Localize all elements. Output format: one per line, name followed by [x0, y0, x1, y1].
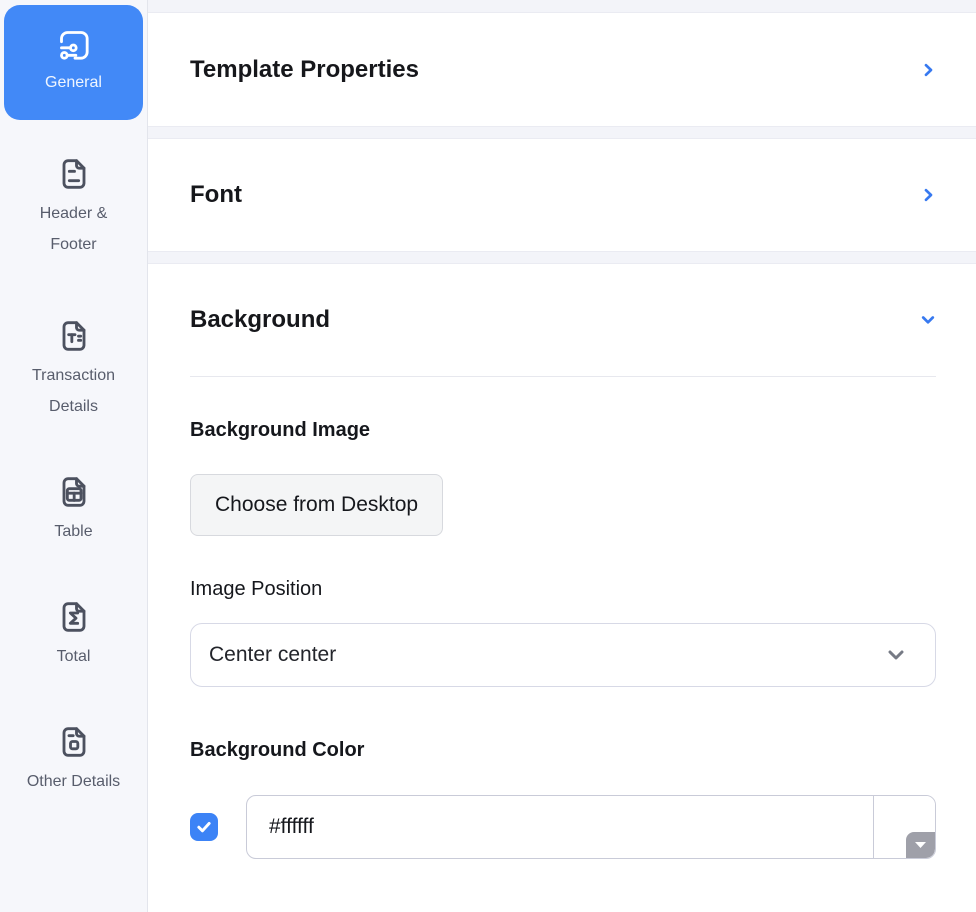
font-title: Font: [190, 181, 242, 209]
template-settings-panel: General Header & Footer Transaction Deta…: [0, 0, 976, 912]
sidebar-item-table[interactable]: Table: [54, 472, 94, 547]
background-divider: [190, 376, 936, 377]
background-color-row: [190, 795, 936, 859]
background-color-swatch: [873, 796, 935, 858]
sidebar-item-label: Other Details: [27, 766, 120, 797]
header-footer-icon: [54, 154, 94, 194]
sidebar-item-transaction-details[interactable]: Transaction Details: [18, 316, 130, 422]
template-properties-title: Template Properties: [190, 56, 419, 84]
total-icon: [54, 597, 94, 637]
sidebar-item-label: General: [45, 67, 102, 98]
chevron-down-icon: [885, 644, 907, 666]
sidebar-item-label: Transaction Details: [18, 360, 130, 422]
background-header[interactable]: Background: [190, 264, 936, 376]
checkmark-icon: [195, 818, 213, 836]
chevron-down-icon: [920, 312, 936, 328]
triangle-down-icon: [915, 842, 926, 848]
sidebar-item-other-details[interactable]: Other Details: [27, 722, 120, 797]
chevron-right-icon: [920, 187, 936, 203]
image-position-value: Center center: [209, 643, 336, 667]
sidebar: General Header & Footer Transaction Deta…: [0, 0, 148, 912]
sidebar-item-general[interactable]: General: [4, 5, 143, 120]
template-properties-section: Template Properties: [148, 13, 976, 126]
sidebar-item-label: Header & Footer: [18, 198, 130, 260]
choose-from-desktop-button[interactable]: Choose from Desktop: [190, 474, 443, 536]
section-gap: [148, 0, 976, 13]
section-gap: [148, 126, 976, 139]
background-color-input[interactable]: [247, 796, 873, 858]
sidebar-item-total[interactable]: Total: [54, 597, 94, 672]
section-gap: [148, 251, 976, 264]
template-properties-header[interactable]: Template Properties: [148, 13, 976, 126]
image-position-label: Image Position: [190, 578, 936, 601]
sidebar-item-header-footer[interactable]: Header & Footer: [18, 154, 130, 260]
font-header[interactable]: Font: [148, 139, 976, 251]
font-section: Font: [148, 139, 976, 251]
table-icon: [54, 472, 94, 512]
background-title: Background: [190, 306, 330, 334]
sidebar-item-label: Table: [54, 516, 92, 547]
transaction-details-icon: [54, 316, 94, 356]
other-details-icon: [54, 722, 94, 762]
image-position-select[interactable]: Center center: [190, 623, 936, 687]
background-color-label: Background Color: [190, 739, 936, 762]
background-color-checkbox[interactable]: [190, 813, 218, 841]
background-section: Background Background Image Choose from …: [148, 264, 976, 912]
background-image-label: Background Image: [190, 419, 936, 442]
sidebar-item-label: Total: [57, 641, 91, 672]
settings-main: Template Properties Font Background: [148, 0, 976, 912]
background-color-input-group: [246, 795, 936, 859]
color-picker-dropdown-button[interactable]: [906, 832, 935, 858]
chevron-right-icon: [920, 62, 936, 78]
general-icon: [54, 25, 94, 65]
